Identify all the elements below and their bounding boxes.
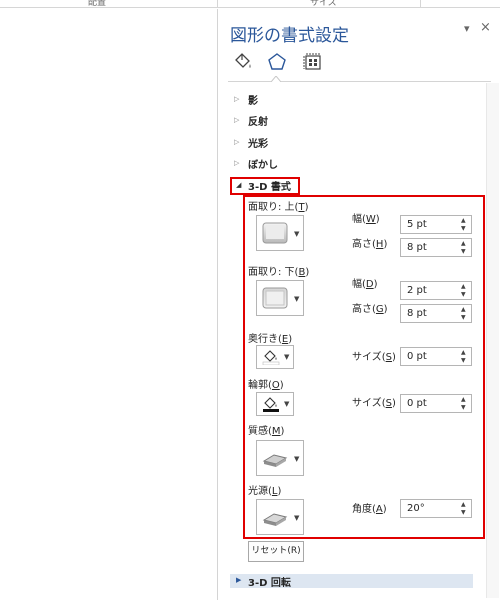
spin-down-icon[interactable]: ▼ — [461, 405, 466, 411]
spin-up-icon[interactable]: ▲ — [461, 307, 466, 313]
pane-options-chevron-icon[interactable]: ▾ — [464, 22, 470, 35]
bottom-height-spinner[interactable]: 8 pt ▲ ▼ — [400, 304, 472, 323]
section-3d-format-label[interactable]: 3-D 書式 — [248, 178, 291, 193]
ribbon-strip: 配置 サイズ — [0, 0, 500, 8]
close-icon[interactable]: × — [480, 20, 491, 35]
top-bevel-label: 面取り: 上(T) — [248, 202, 309, 213]
pane-title: 図形の書式設定 — [230, 26, 349, 46]
chevron-down-icon: ▼ — [294, 295, 300, 303]
spin-up-icon[interactable]: ▲ — [461, 218, 466, 224]
ribbon-divider — [420, 0, 421, 8]
expand-arrow-icon: ▶ — [236, 576, 242, 584]
chevron-down-icon: ▼ — [294, 230, 300, 238]
depth-label: 奥行き(E) — [248, 334, 293, 345]
format-shape-pane: 図形の書式設定 ▾ × ▷ 影 ▷ 反射 ▷ 光彩 ▷ ぼかし ◢ 3-D 書式 — [217, 9, 500, 600]
spin-up-icon[interactable]: ▲ — [461, 397, 466, 403]
top-width-spinner[interactable]: 5 pt ▲ ▼ — [400, 215, 472, 234]
spin-up-icon[interactable]: ▲ — [461, 241, 466, 247]
section-glow-label: 光彩 — [248, 139, 268, 150]
depth-color-picker[interactable]: ▼ — [256, 345, 294, 369]
lighting-picker[interactable]: ▼ — [256, 499, 304, 535]
contour-size-label: サイズ(S) — [352, 398, 396, 409]
ribbon-divider — [217, 0, 218, 8]
spin-down-icon[interactable]: ▼ — [461, 226, 466, 232]
material-preview-icon — [262, 454, 288, 467]
ribbon-group-arrange: 配置 — [88, 0, 107, 8]
section-reflection[interactable]: ▷ 反射 — [234, 113, 474, 129]
bottom-height-value: 8 pt — [407, 308, 427, 319]
top-height-spinner[interactable]: 8 pt ▲ ▼ — [400, 238, 472, 257]
lighting-preview-icon — [262, 513, 288, 526]
bottom-bevel-picker[interactable]: ▼ — [256, 280, 304, 316]
fill-line-icon[interactable] — [232, 51, 254, 73]
section-3d-rotation-label: 3-D 回転 — [248, 578, 291, 589]
bottom-width-value: 2 pt — [407, 285, 427, 296]
top-bevel-picker[interactable]: ▼ — [256, 215, 304, 251]
material-label: 質感(M) — [248, 426, 285, 437]
angle-label: 角度(A) — [352, 504, 387, 515]
contour-label: 輪郭(O) — [248, 380, 284, 391]
spin-up-icon[interactable]: ▲ — [461, 284, 466, 290]
spin-down-icon[interactable]: ▼ — [461, 292, 466, 298]
bottom-width-spinner[interactable]: 2 pt ▲ ▼ — [400, 281, 472, 300]
section-soft-edges[interactable]: ▷ ぼかし — [234, 156, 474, 172]
chevron-down-icon: ▼ — [294, 514, 300, 522]
angle-value: 20° — [407, 503, 425, 514]
contour-color-picker[interactable]: ▼ — [256, 392, 294, 416]
section-glow[interactable]: ▷ 光彩 — [234, 135, 474, 151]
lighting-label: 光源(L) — [248, 486, 282, 497]
depth-size-spinner[interactable]: 0 pt ▲ ▼ — [400, 347, 472, 366]
section-shadow[interactable]: ▷ 影 — [234, 92, 474, 108]
chevron-down-icon: ▼ — [294, 455, 300, 463]
section-reflection-label: 反射 — [248, 117, 268, 128]
spin-up-icon[interactable]: ▲ — [461, 350, 466, 356]
top-height-label: 高さ(H) — [352, 239, 388, 250]
bottom-width-label: 幅(D) — [352, 279, 378, 290]
material-picker[interactable]: ▼ — [256, 440, 304, 476]
depth-size-label: サイズ(S) — [352, 352, 396, 363]
active-tab-caret-icon — [271, 76, 281, 82]
collapse-arrow-icon[interactable]: ◢ — [236, 181, 241, 189]
tab-separator — [228, 81, 491, 82]
top-height-value: 8 pt — [407, 242, 427, 253]
chevron-down-icon: ▼ — [284, 400, 290, 408]
size-properties-icon[interactable] — [302, 51, 324, 73]
expand-arrow-icon: ▷ — [234, 95, 240, 103]
expand-arrow-icon: ▷ — [234, 159, 240, 167]
depth-size-value: 0 pt — [407, 351, 427, 362]
contour-size-value: 0 pt — [407, 398, 427, 409]
spin-down-icon[interactable]: ▼ — [461, 315, 466, 321]
pane-scrollbar[interactable] — [486, 83, 499, 598]
section-3d-rotation[interactable]: ▶ 3-D 回転 — [230, 574, 473, 589]
section-shadow-label: 影 — [248, 96, 258, 107]
spin-up-icon[interactable]: ▲ — [461, 502, 466, 508]
bevel-preview-icon — [262, 287, 288, 309]
section-soft-edges-label: ぼかし — [248, 160, 278, 171]
top-width-label: 幅(W) — [352, 214, 380, 225]
expand-arrow-icon: ▷ — [234, 116, 240, 124]
ribbon-group-size: サイズ — [310, 0, 337, 8]
spin-down-icon[interactable]: ▼ — [461, 510, 466, 516]
angle-spinner[interactable]: 20° ▲ ▼ — [400, 499, 472, 518]
document-area — [0, 9, 217, 600]
reset-button[interactable]: リセット(R) — [248, 541, 304, 562]
spin-down-icon[interactable]: ▼ — [461, 358, 466, 364]
paint-bucket-icon — [262, 350, 280, 365]
bottom-height-label: 高さ(G) — [352, 304, 388, 315]
expand-arrow-icon: ▷ — [234, 138, 240, 146]
chevron-down-icon: ▼ — [284, 353, 290, 361]
effects-icon[interactable] — [266, 51, 288, 73]
paint-bucket-icon — [263, 397, 279, 412]
contour-size-spinner[interactable]: 0 pt ▲ ▼ — [400, 394, 472, 413]
bevel-preview-icon — [262, 222, 288, 244]
top-width-value: 5 pt — [407, 219, 427, 230]
spin-down-icon[interactable]: ▼ — [461, 249, 466, 255]
bottom-bevel-label: 面取り: 下(B) — [248, 267, 310, 278]
